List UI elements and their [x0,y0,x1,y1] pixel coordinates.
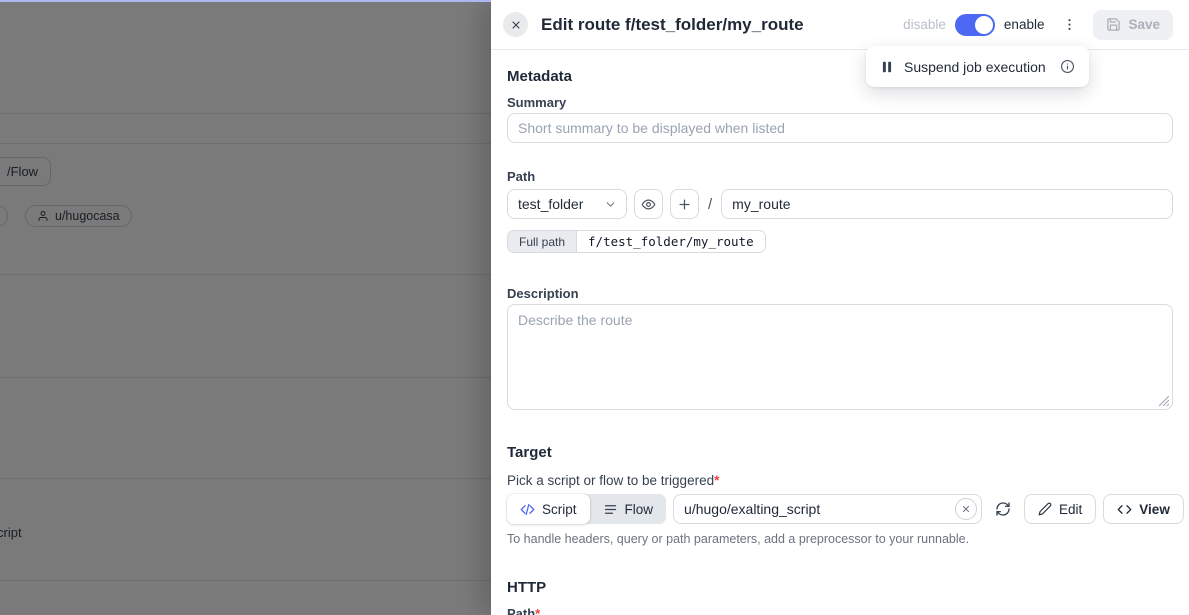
more-options-button[interactable] [1056,13,1083,36]
runnable-picker [673,494,982,524]
backdrop-overlay[interactable]: /Flow u/hugocasa cript [0,0,491,615]
save-icon [1106,17,1121,32]
full-path-pill: Full path f/test_folder/my_route [507,230,766,253]
tab-script[interactable]: Script [507,494,590,524]
path-row: test_folder / [507,189,1173,219]
drawer-header: Edit route f/test_folder/my_route disabl… [491,0,1189,50]
close-icon [510,19,522,31]
view-runnable-button[interactable]: View [1103,494,1184,524]
http-path-text: Path [507,606,535,615]
backdrop-divider [0,478,491,479]
edit-button-label: Edit [1059,502,1082,517]
description-textarea[interactable] [507,304,1173,410]
preview-folder-button[interactable] [634,189,663,219]
tab-script-label: Script [542,502,577,517]
refresh-runnable-button[interactable] [989,494,1017,524]
pick-runnable-text: Pick a script or flow to be triggered [507,473,714,488]
toggle-knob [975,16,993,34]
code-icon [520,502,535,517]
summary-label: Summary [507,95,1173,110]
flow-bars-icon [603,502,618,517]
pause-icon [880,60,894,74]
backdrop-divider [0,113,491,114]
required-asterisk: * [714,473,719,488]
runnable-path-input[interactable] [673,494,982,524]
preprocessor-helper-text: To handle headers, query or path paramet… [507,532,1173,546]
drawer-content: Metadata Summary Path test_folder / [491,50,1189,615]
refresh-icon [995,501,1011,517]
tab-flow-label: Flow [625,502,654,517]
backdrop-top-accent-line [0,0,491,2]
http-heading: HTTP [507,579,1173,596]
edit-runnable-button[interactable]: Edit [1024,494,1096,524]
backdrop-divider [0,274,491,275]
backdrop-flow-chip-label: /Flow [7,164,38,179]
backdrop-flow-chip: /Flow [0,157,51,186]
drawer-header-actions: disable enable Save [903,10,1173,40]
http-path-label: Path* [507,606,1173,615]
code-brackets-icon [1117,502,1132,517]
user-icon [37,210,49,222]
toggle-off-label: disable [903,17,946,32]
menu-item-suspend-job-execution[interactable]: Suspend job execution [866,46,1089,87]
pencil-icon [1038,502,1052,516]
backdrop-owner-badge: u/hugocasa [25,205,132,227]
target-row: Script Flow [507,494,1173,524]
full-path-label: Full path [508,231,577,252]
full-path-value: f/test_folder/my_route [577,231,765,252]
add-folder-button[interactable] [670,189,699,219]
target-heading: Target [507,444,1173,461]
plus-icon [677,197,692,212]
save-button[interactable]: Save [1093,10,1173,40]
required-asterisk: * [535,606,540,615]
chevron-down-icon [604,198,617,211]
backdrop-divider [0,580,491,581]
drawer-title: Edit route f/test_folder/my_route [541,15,804,35]
path-separator: / [706,196,714,213]
edit-route-drawer: Edit route f/test_folder/my_route disabl… [491,0,1189,615]
description-wrap [507,304,1173,410]
tab-flow[interactable]: Flow [590,494,667,524]
clear-x-icon [961,504,971,514]
clear-runnable-button[interactable] [955,498,977,520]
full-path-row: Full path f/test_folder/my_route [507,230,1173,253]
runnable-kind-segmented: Script Flow [507,494,666,524]
backdrop-partial-text: cript [0,525,22,540]
description-label: Description [507,286,1173,301]
kebab-menu-icon [1062,17,1077,32]
backdrop-divider [0,143,491,144]
backdrop-owner-badge-label: u/hugocasa [55,209,120,223]
eye-icon [641,197,656,212]
view-button-label: View [1139,502,1170,517]
backdrop-divider [0,377,491,378]
summary-input[interactable] [507,113,1173,143]
route-name-input[interactable] [721,189,1173,219]
path-label: Path [507,169,1173,184]
save-button-label: Save [1128,17,1160,32]
toggle-on-label: enable [1004,17,1045,32]
folder-select-value: test_folder [518,196,583,212]
pick-runnable-label: Pick a script or flow to be triggered* [507,473,1173,488]
close-drawer-button[interactable] [503,12,528,37]
info-icon [1060,59,1075,74]
suspend-job-label: Suspend job execution [904,59,1046,75]
enable-toggle[interactable] [955,14,995,36]
folder-select[interactable]: test_folder [507,189,627,219]
backdrop-partial-chip [0,205,8,227]
